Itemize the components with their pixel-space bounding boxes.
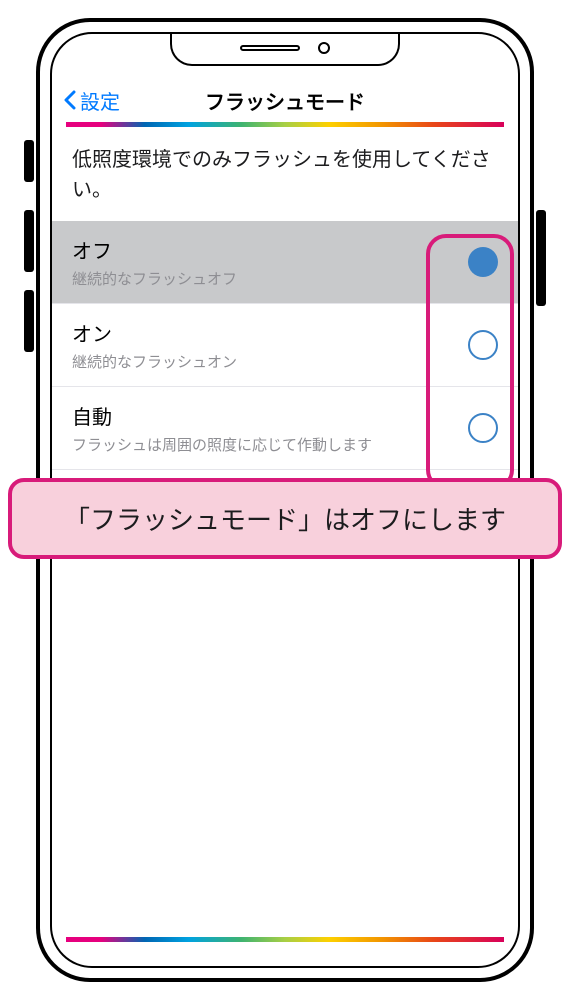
option-text: 自動 フラッシュは周囲の照度に応じて作動します (72, 401, 468, 455)
power-button[interactable] (536, 210, 546, 306)
radio-unselected-icon (468, 330, 498, 360)
rainbow-divider-bottom (66, 937, 504, 942)
option-on[interactable]: オン 継続的なフラッシュオン (52, 304, 518, 387)
back-label: 設定 (80, 86, 120, 115)
option-subtitle: フラッシュは周囲の照度に応じて作動します (72, 434, 468, 455)
option-off[interactable]: オフ 継続的なフラッシュオフ (52, 221, 518, 304)
option-subtitle: 継続的なフラッシュオフ (72, 268, 468, 289)
volume-down-button[interactable] (24, 290, 34, 352)
chevron-left-icon (64, 90, 76, 110)
option-text: オン 継続的なフラッシュオン (72, 318, 468, 372)
page-title: フラッシュモード (205, 86, 365, 115)
radio-unselected-icon (468, 413, 498, 443)
option-text: オフ 継続的なフラッシュオフ (72, 235, 468, 289)
notch (170, 32, 400, 66)
silence-switch[interactable] (24, 140, 34, 182)
front-camera-icon (318, 42, 330, 54)
section-header: 低照度環境でのみフラッシュを使用してください。 (52, 127, 518, 221)
option-subtitle: 継続的なフラッシュオン (72, 351, 468, 372)
radio-selected-icon (468, 247, 498, 277)
navigation-bar: 設定 フラッシュモード (52, 78, 518, 122)
annotation-callout: 「フラッシュモード」はオフにします (8, 478, 562, 559)
option-title: オフ (72, 235, 468, 264)
option-auto[interactable]: 自動 フラッシュは周囲の照度に応じて作動します (52, 387, 518, 470)
option-title: オン (72, 318, 468, 347)
option-title: 自動 (72, 401, 468, 430)
back-button[interactable]: 設定 (64, 86, 120, 115)
volume-up-button[interactable] (24, 210, 34, 272)
speaker-icon (240, 45, 300, 51)
